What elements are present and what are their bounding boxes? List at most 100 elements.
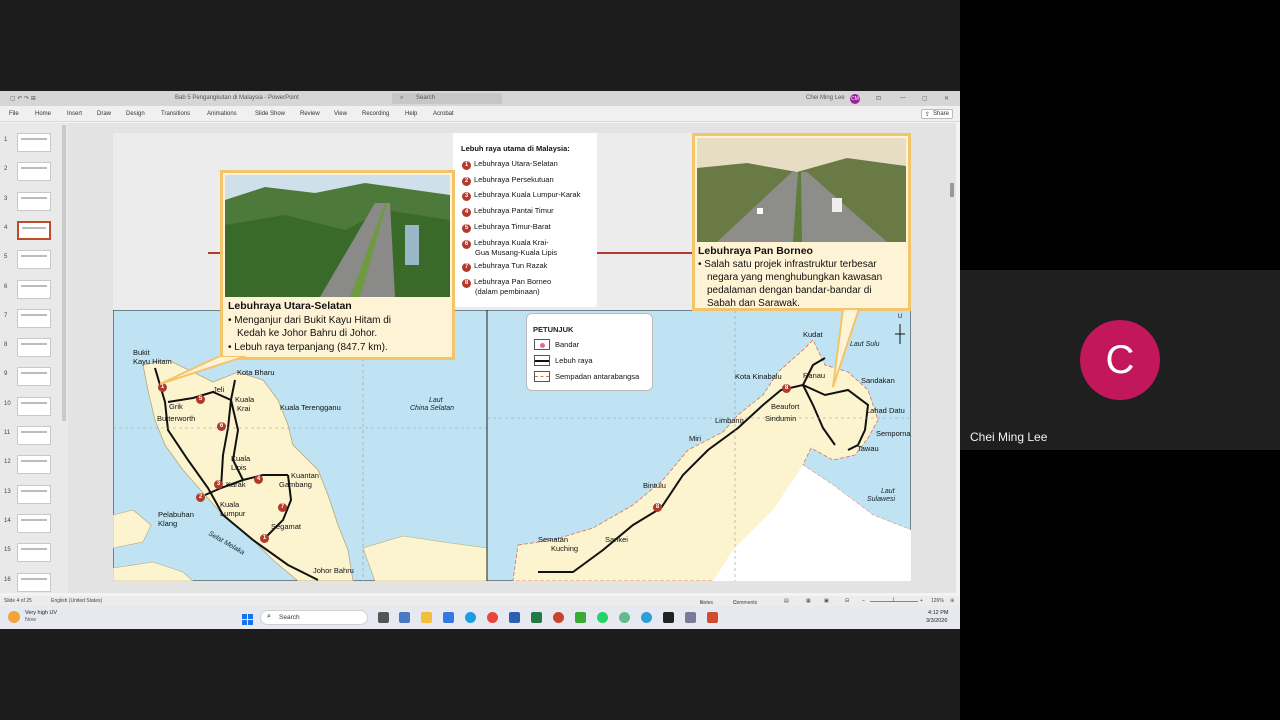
store-icon[interactable] bbox=[443, 612, 454, 623]
zoom-level[interactable]: 126% bbox=[931, 598, 944, 604]
reading-view-icon[interactable]: ▣ bbox=[824, 598, 829, 604]
participant-tile[interactable]: C Chei Ming Lee bbox=[960, 270, 1280, 450]
taskbar-search-label: Search bbox=[279, 614, 300, 621]
label-ranau: Ranau bbox=[803, 371, 826, 380]
highway-name: Lebuhraya Kuala Lumpur-Karak bbox=[474, 190, 581, 199]
tab-draw[interactable]: Draw bbox=[97, 111, 111, 117]
weather-text[interactable]: Very high UV bbox=[25, 610, 57, 616]
label-beaufort: Beaufort bbox=[771, 402, 800, 411]
weather-icon[interactable] bbox=[8, 611, 20, 623]
fit-slide-icon[interactable]: ⊕ bbox=[950, 598, 954, 604]
sorter-view-icon[interactable]: ▦ bbox=[806, 598, 811, 604]
slide-thumbnail-8[interactable] bbox=[17, 338, 51, 358]
slideshow-view-icon[interactable]: ⊟ bbox=[845, 598, 849, 604]
highway-name-continued: Gua Musang-Kuala Lipis bbox=[475, 248, 558, 257]
slide-thumbnail-6[interactable] bbox=[17, 279, 51, 299]
powerpoint-icon[interactable] bbox=[553, 612, 564, 623]
language-indicator[interactable]: English (United States) bbox=[51, 598, 102, 604]
participant-avatar: C bbox=[1080, 320, 1160, 400]
slide-thumbnail-2[interactable] bbox=[17, 162, 51, 182]
ribbon-display-icon[interactable]: ⊡ bbox=[876, 95, 881, 102]
label-sarikei: Sarikei bbox=[605, 535, 628, 544]
capcut-icon[interactable] bbox=[663, 612, 674, 623]
thumbnail-content bbox=[21, 548, 47, 551]
chrome-icon[interactable] bbox=[487, 612, 498, 623]
task-view-icon[interactable] bbox=[378, 612, 389, 623]
excel-icon[interactable] bbox=[531, 612, 542, 623]
key-bandar-symbol bbox=[534, 339, 550, 350]
slide-thumbnail-4[interactable] bbox=[17, 220, 51, 240]
thumbnail-content bbox=[21, 313, 47, 316]
slide-thumbnail-15[interactable] bbox=[17, 543, 51, 563]
slide-thumbnail-7[interactable] bbox=[17, 308, 51, 328]
slide-thumbnail-1[interactable] bbox=[17, 133, 51, 152]
maximize-icon[interactable]: ▢ bbox=[922, 95, 928, 102]
tab-home[interactable]: Home bbox=[35, 111, 51, 117]
slide-thumbnail-14[interactable] bbox=[17, 513, 51, 533]
zoom-in-icon[interactable]: + bbox=[920, 598, 923, 604]
label-bintulu: Bintulu bbox=[643, 481, 666, 490]
thumbnail-number: 16 bbox=[4, 576, 11, 583]
acrobat-icon[interactable] bbox=[707, 612, 718, 623]
slide-thumbnail-13[interactable] bbox=[17, 484, 51, 504]
tab-acrobat[interactable]: Acrobat bbox=[433, 111, 454, 117]
slide-thumbnail-3[interactable] bbox=[17, 191, 51, 211]
user-name[interactable]: Chei Ming Lee bbox=[806, 95, 845, 101]
thumbnail-content bbox=[21, 196, 47, 199]
photo-pan-borneo bbox=[697, 138, 906, 242]
canvas-scrollbar[interactable] bbox=[950, 183, 954, 197]
card-utara-selatan: Lebuhraya Utara-Selatan • Menganjur dari… bbox=[220, 170, 455, 360]
file-explorer-icon[interactable] bbox=[421, 612, 432, 623]
user-avatar[interactable]: CM bbox=[850, 94, 860, 104]
tab-insert[interactable]: Insert bbox=[67, 111, 82, 117]
tab-recording[interactable]: Recording bbox=[362, 111, 389, 117]
chatgpt-icon[interactable] bbox=[619, 612, 630, 623]
word-icon[interactable] bbox=[509, 612, 520, 623]
key-highway-symbol bbox=[534, 355, 550, 366]
autosave-icon[interactable]: ▢ ↶ ↷ ⊞ bbox=[10, 95, 36, 102]
thumbnails-scrollbar[interactable] bbox=[62, 125, 66, 421]
search-box[interactable]: ⌕ Search bbox=[392, 93, 502, 104]
highway-number: 7 bbox=[462, 263, 471, 272]
normal-view-icon[interactable]: ▤ bbox=[784, 598, 789, 604]
clock-date[interactable]: 3/3/2026 bbox=[926, 618, 947, 624]
widgets-icon[interactable] bbox=[399, 612, 410, 623]
start-button[interactable] bbox=[242, 612, 253, 625]
telegram-icon[interactable] bbox=[641, 612, 652, 623]
share-button[interactable]: ⇪ Share bbox=[921, 109, 953, 119]
tab-view[interactable]: View bbox=[334, 111, 347, 117]
tab-help[interactable]: Help bbox=[405, 111, 417, 117]
slide-thumbnail-5[interactable] bbox=[17, 250, 51, 270]
tab-design[interactable]: Design bbox=[126, 111, 145, 117]
slide-thumbnail-9[interactable] bbox=[17, 367, 51, 387]
close-icon[interactable]: ✕ bbox=[944, 95, 949, 102]
slide-thumbnail-11[interactable] bbox=[17, 426, 51, 445]
thumbnail-number: 4 bbox=[4, 224, 8, 231]
taskbar-search[interactable]: ⌕ Search bbox=[260, 610, 368, 625]
zoom-thumb[interactable]: | bbox=[893, 597, 894, 603]
highway-item-8-line2: (dalam pembinaan) bbox=[475, 287, 540, 296]
thumbnail-number: 6 bbox=[4, 283, 8, 290]
minimize-icon[interactable]: — bbox=[900, 95, 906, 101]
tab-slide-show[interactable]: Slide Show bbox=[255, 111, 285, 117]
marker-8: 8 bbox=[653, 503, 662, 512]
search-placeholder: Search bbox=[416, 95, 436, 101]
tab-transitions[interactable]: Transitions bbox=[161, 111, 190, 117]
clock-time[interactable]: 4:12 PM bbox=[928, 610, 948, 616]
edge-icon[interactable] bbox=[465, 612, 476, 623]
tab-review[interactable]: Review bbox=[300, 111, 320, 117]
slide-thumbnail-10[interactable] bbox=[17, 396, 51, 416]
wechat-icon[interactable] bbox=[575, 612, 586, 623]
app-icon[interactable] bbox=[685, 612, 696, 623]
whatsapp-icon[interactable] bbox=[597, 612, 608, 623]
tab-file[interactable]: File bbox=[9, 111, 19, 117]
zoom-out-icon[interactable]: – bbox=[862, 598, 865, 604]
thumbnail-content bbox=[21, 518, 47, 521]
thumbnail-number: 9 bbox=[4, 371, 8, 378]
slide-thumbnail-16[interactable] bbox=[17, 572, 51, 592]
label-sindumin: Sindumin bbox=[765, 414, 797, 423]
slide-thumbnail-12[interactable] bbox=[17, 455, 51, 475]
tab-animations[interactable]: Animations bbox=[207, 111, 237, 117]
thumbnail-content bbox=[21, 460, 47, 463]
key-sempadan: Sempadan antarabangsa bbox=[555, 372, 640, 381]
